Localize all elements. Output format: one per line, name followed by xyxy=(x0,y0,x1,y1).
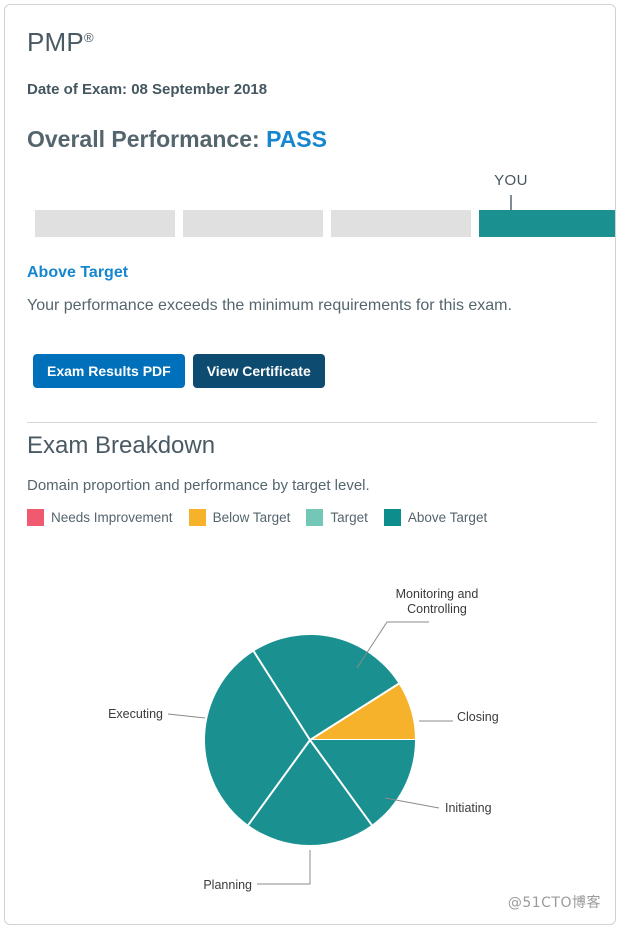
exam-date-label: Date of Exam: 08 September 2018 xyxy=(27,81,268,98)
pie-label-closing: Closing xyxy=(457,710,499,724)
legend-label-above-target: Above Target xyxy=(407,510,488,525)
section-divider xyxy=(27,422,597,423)
site-watermark: @51CTO博客 xyxy=(507,895,601,911)
performance-segment-needs-improvement xyxy=(35,210,175,237)
legend-item-above-target: Above Target xyxy=(383,509,488,526)
legend-item-target: Target xyxy=(306,509,368,526)
pie-label-executing: Executing xyxy=(108,707,163,721)
legend-swatch-below-target xyxy=(188,509,206,526)
legend-label-needs-improvement: Needs Improvement xyxy=(51,510,173,525)
legend-label-below-target: Below Target xyxy=(212,510,291,525)
exam-name-text: PMP xyxy=(27,27,84,57)
registered-trademark-icon: ® xyxy=(83,30,94,46)
performance-band-description: Your performance exceeds the minimum req… xyxy=(27,297,512,314)
legend-label-target: Target xyxy=(330,510,368,525)
you-marker-label: YOU xyxy=(494,172,528,189)
legend-item-needs-improvement: Needs Improvement xyxy=(27,509,173,526)
legend-swatch-above-target xyxy=(383,509,401,526)
pie-slice-group xyxy=(205,635,415,846)
performance-band-name: Above Target xyxy=(27,264,129,281)
exam-results-pdf-button[interactable]: Exam Results PDF xyxy=(33,354,185,388)
pie-chart-svg: Monitoring and Controlling Closing Execu… xyxy=(108,587,499,892)
view-certificate-button[interactable]: View Certificate xyxy=(192,354,325,388)
performance-segment-above-target xyxy=(479,210,615,237)
exam-name-heading: PMP® xyxy=(27,27,94,58)
legend-swatch-needs-improvement xyxy=(27,509,44,526)
pie-label-planning: Planning xyxy=(203,878,252,892)
pie-label-monitoring-and-controlling-line1: Monitoring and xyxy=(396,587,479,601)
performance-segment-target xyxy=(331,210,471,237)
exam-breakdown-subtitle: Domain proportion and performance by tar… xyxy=(27,477,370,494)
legend-item-below-target: Below Target xyxy=(188,509,291,526)
exam-result-card: PMP® Date of Exam: 08 September 2018 Ove… xyxy=(4,4,616,925)
pie-leader-line-planning xyxy=(257,850,311,885)
overall-performance-heading: Overall Performance: PASS xyxy=(27,126,327,153)
legend-swatch-target xyxy=(306,509,324,526)
exam-breakdown-heading: Exam Breakdown xyxy=(27,432,216,459)
pie-leader-line-executing xyxy=(167,713,206,719)
chart-legend: Needs Improvement Below Target Target Ab… xyxy=(27,509,503,526)
performance-bar xyxy=(35,210,615,237)
overall-performance-result: PASS xyxy=(266,126,327,152)
pie-label-monitoring-and-controlling-line2: Controlling xyxy=(407,602,467,616)
overall-performance-label: Overall Performance: xyxy=(27,126,260,152)
action-button-row: Exam Results PDF View Certificate xyxy=(33,354,325,388)
pie-label-initiating: Initiating xyxy=(445,801,492,815)
performance-segment-below-target xyxy=(183,210,323,237)
exam-breakdown-pie-chart: Monitoring and Controlling Closing Execu… xyxy=(5,550,615,905)
